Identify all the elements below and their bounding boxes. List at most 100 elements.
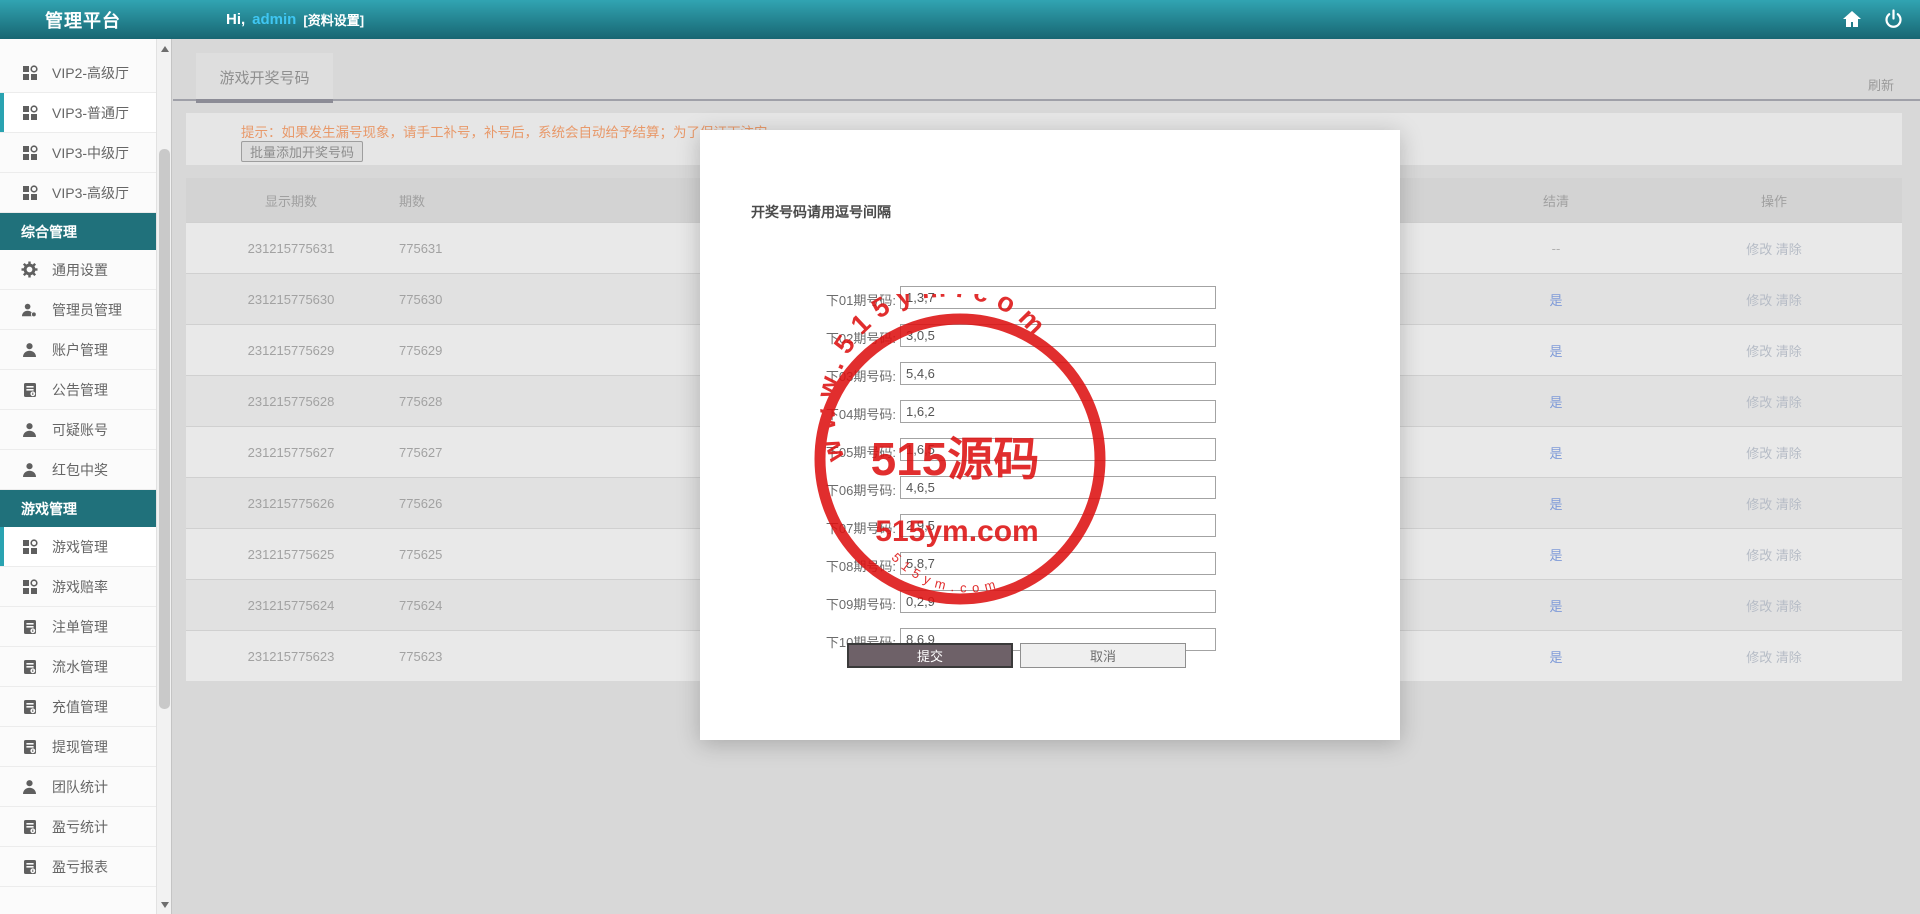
row-actions[interactable]: 修改 清除 — [1646, 443, 1902, 462]
doc-icon — [21, 382, 38, 398]
settled-link[interactable]: 是 — [1466, 596, 1646, 615]
submit-button[interactable]: 提交 — [847, 643, 1013, 668]
row-actions[interactable]: 修改 清除 — [1646, 647, 1902, 666]
number-field-row: 下07期号码: — [700, 508, 1400, 546]
number-input-08[interactable] — [900, 552, 1216, 575]
cell-display-period: 231215775629 — [186, 343, 396, 358]
settled-link[interactable]: 是 — [1466, 647, 1646, 666]
number-field-row: 下03期号码: — [700, 356, 1400, 394]
cell-period: 775629 — [396, 343, 606, 358]
cell-period: 775627 — [396, 445, 606, 460]
sidebar-item[interactable]: VIP3-中级厅 — [0, 133, 157, 173]
app: 管理平台 Hi, admin [资料设置] VIP2-高级厅VIP3-普通厅VI… — [0, 0, 1920, 914]
settled-link[interactable]: 是 — [1466, 392, 1646, 411]
sidebar-item-label: 注单管理 — [52, 617, 108, 637]
number-input-04[interactable] — [900, 400, 1216, 423]
row-actions[interactable]: 修改 清除 — [1646, 290, 1902, 309]
grid-icon — [21, 539, 38, 555]
number-field-label: 下06期号码: — [826, 480, 896, 499]
cell-settled-empty: -- — [1466, 241, 1646, 256]
settled-link[interactable]: 是 — [1466, 290, 1646, 309]
scroll-up-arrow[interactable] — [157, 41, 172, 56]
sidebar-item[interactable]: 充值管理 — [0, 687, 157, 727]
sidebar: VIP2-高级厅VIP3-普通厅VIP3-中级厅VIP3-高级厅综合管理通用设置… — [0, 39, 172, 914]
settled-link[interactable]: 是 — [1466, 341, 1646, 360]
column-header-settled: 结清 — [1466, 191, 1646, 210]
number-input-01[interactable] — [900, 286, 1216, 309]
sidebar-item[interactable]: 流水管理 — [0, 647, 157, 687]
refresh-link[interactable]: 刷新 — [1868, 75, 1894, 94]
user-icon — [21, 422, 38, 438]
cell-period: 775631 — [396, 241, 606, 256]
settled-link[interactable]: 是 — [1466, 545, 1646, 564]
cell-display-period: 231215775624 — [186, 598, 396, 613]
sidebar-item[interactable]: VIP2-高级厅 — [0, 53, 157, 93]
scrollbar-thumb[interactable] — [159, 149, 170, 709]
sidebar-item-label: 可疑账号 — [52, 420, 108, 440]
batch-add-button[interactable]: 批量添加开奖号码 — [241, 141, 363, 162]
number-field-label: 下03期号码: — [826, 366, 896, 385]
number-input-03[interactable] — [900, 362, 1216, 385]
topbar: 管理平台 Hi, admin [资料设置] — [0, 0, 1920, 39]
number-input-05[interactable] — [900, 438, 1216, 461]
sidebar-scrollbar[interactable] — [156, 39, 171, 914]
home-icon[interactable] — [1841, 9, 1863, 30]
sidebar-item[interactable]: 游戏赔率 — [0, 567, 157, 607]
row-actions[interactable]: 修改 清除 — [1646, 494, 1902, 513]
scroll-down-arrow[interactable] — [157, 897, 172, 912]
sidebar-item[interactable]: VIP3-普通厅 — [0, 93, 157, 133]
number-field-row: 下08期号码: — [700, 546, 1400, 584]
cell-display-period: 231215775630 — [186, 292, 396, 307]
sidebar-item[interactable]: 提现管理 — [0, 727, 157, 767]
sidebar-item-label: 游戏管理 — [52, 537, 108, 557]
number-input-09[interactable] — [900, 590, 1216, 613]
power-icon[interactable] — [1883, 9, 1904, 30]
number-input-06[interactable] — [900, 476, 1216, 499]
app-title: 管理平台 — [45, 7, 121, 33]
sidebar-item-label: 红包中奖 — [52, 460, 108, 480]
tab-label: 游戏开奖号码 — [219, 67, 309, 88]
doc-icon — [21, 819, 38, 835]
sidebar-item-label: 账户管理 — [52, 340, 108, 360]
number-field-label: 下08期号码: — [826, 556, 896, 575]
sidebar-item[interactable]: 盈亏统计 — [0, 807, 157, 847]
row-actions[interactable]: 修改 清除 — [1646, 392, 1902, 411]
cell-display-period: 231215775625 — [186, 547, 396, 562]
number-field-label: 下05期号码: — [826, 442, 896, 461]
profile-settings-link[interactable]: [资料设置] — [303, 10, 364, 29]
row-actions[interactable]: 修改 清除 — [1646, 341, 1902, 360]
sidebar-item-label: 盈亏统计 — [52, 817, 108, 837]
sidebar-item[interactable]: 通用设置 — [0, 250, 157, 290]
user-icon — [21, 779, 38, 795]
tab-bar: 游戏开奖号码 刷新 — [173, 39, 1920, 101]
sidebar-item[interactable]: 盈亏报表 — [0, 847, 157, 887]
sidebar-item[interactable]: 红包中奖 — [0, 450, 157, 490]
row-actions[interactable]: 修改 清除 — [1646, 545, 1902, 564]
number-field-row: 下09期号码: — [700, 584, 1400, 622]
settled-link[interactable]: 是 — [1466, 494, 1646, 513]
sidebar-item[interactable]: 游戏管理 — [0, 527, 157, 567]
number-input-02[interactable] — [900, 324, 1216, 347]
sidebar-item-label: 公告管理 — [52, 380, 108, 400]
cell-period: 775626 — [396, 496, 606, 511]
sidebar-item[interactable]: VIP3-高级厅 — [0, 173, 157, 213]
number-field-label: 下01期号码: — [826, 290, 896, 309]
cancel-button[interactable]: 取消 — [1020, 643, 1186, 668]
row-actions[interactable]: 修改 清除 — [1646, 239, 1902, 258]
number-input-07[interactable] — [900, 514, 1216, 537]
sidebar-item-label: 游戏赔率 — [52, 577, 108, 597]
sidebar-item[interactable]: 可疑账号 — [0, 410, 157, 450]
sidebar-item[interactable]: 公告管理 — [0, 370, 157, 410]
cell-display-period: 231215775627 — [186, 445, 396, 460]
sidebar-item[interactable]: 注单管理 — [0, 607, 157, 647]
sidebar-item[interactable]: 团队统计 — [0, 767, 157, 807]
sidebar-item[interactable]: 管理员管理 — [0, 290, 157, 330]
row-actions[interactable]: 修改 清除 — [1646, 596, 1902, 615]
tab-game-draw-numbers[interactable]: 游戏开奖号码 — [196, 53, 333, 101]
settled-link[interactable]: 是 — [1466, 443, 1646, 462]
sidebar-item-label: 通用设置 — [52, 260, 108, 280]
number-field-row: 下06期号码: — [700, 470, 1400, 508]
user-icon — [21, 342, 38, 358]
sidebar-item[interactable]: 账户管理 — [0, 330, 157, 370]
sidebar-section-header: 游戏管理 — [0, 490, 157, 527]
